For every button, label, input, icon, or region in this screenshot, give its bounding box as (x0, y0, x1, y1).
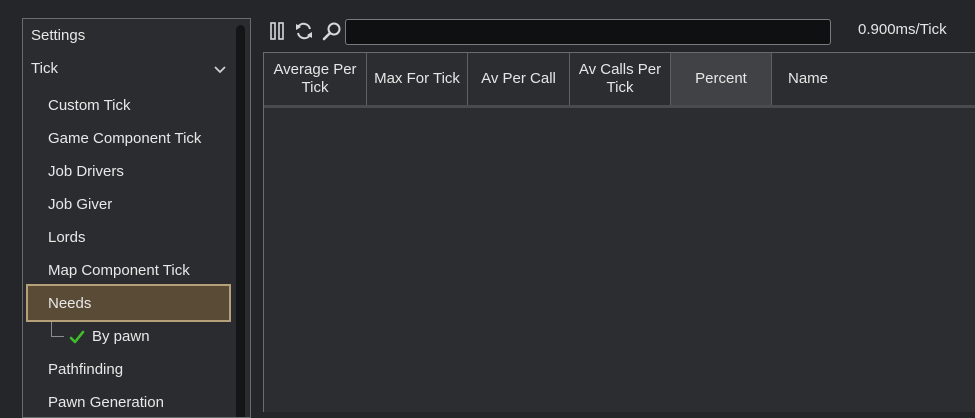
table-header: Average Per Tick Max For Tick Av Per Cal… (264, 53, 975, 108)
sidebar-item-label: Custom Tick (48, 97, 131, 114)
column-header-label: Name (787, 70, 828, 87)
sidebar-item-label: Settings (31, 27, 86, 44)
sidebar-subitem-by-pawn[interactable]: By pawn (92, 320, 150, 353)
sidebar-item-settings[interactable]: Settings (31, 19, 85, 52)
pause-icon (270, 22, 284, 40)
search-input[interactable] (345, 19, 831, 45)
sidebar-item-needs[interactable]: Needs (48, 287, 91, 320)
column-header-percent[interactable]: Percent (671, 53, 772, 105)
refresh-icon (296, 22, 312, 40)
column-header-max-for-tick[interactable]: Max For Tick (367, 53, 468, 105)
sidebar-item-label: Pathfinding (48, 361, 124, 378)
refresh-button[interactable] (294, 21, 314, 41)
results-table: Average Per Tick Max For Tick Av Per Cal… (263, 52, 975, 412)
sidebar-item-pathfinding[interactable]: Pathfinding (48, 353, 123, 386)
sidebar-item-tick[interactable]: Tick (31, 52, 236, 85)
category-sidebar: Settings Tick Custom Tick Game Component… (22, 18, 251, 418)
column-header-label: Average Per Tick (273, 61, 357, 96)
search-button[interactable] (322, 21, 342, 41)
sidebar-item-pawn-generation[interactable]: Pawn Generation (48, 386, 164, 417)
checkmark-icon (69, 330, 85, 344)
sidebar-item-label: Job Giver (48, 196, 113, 213)
sidebar-item-label: Pawn Generation (48, 394, 164, 411)
tree-connector (51, 322, 64, 337)
sidebar-item-game-component-tick[interactable]: Game Component Tick (48, 122, 201, 155)
sidebar-item-lords[interactable]: Lords (48, 221, 86, 254)
sidebar-item-label: Tick (31, 60, 58, 77)
sidebar-item-label: Job Drivers (48, 163, 124, 180)
sidebar-item-job-giver[interactable]: Job Giver (48, 188, 112, 221)
column-header-label: Av Per Call (481, 70, 556, 87)
sidebar-item-map-component-tick[interactable]: Map Component Tick (48, 254, 190, 287)
pause-button[interactable] (267, 21, 287, 41)
column-header-label: Max For Tick (374, 70, 460, 87)
column-header-av-per-call[interactable]: Av Per Call (468, 53, 570, 105)
column-header-name[interactable]: Name (772, 53, 844, 105)
sidebar-item-label: By pawn (92, 328, 150, 345)
search-icon (322, 22, 341, 41)
chevron-down-icon (214, 66, 226, 74)
column-header-label: Percent (695, 70, 747, 87)
column-header-label: Av Calls Per Tick (578, 61, 662, 96)
sidebar-scrollbar[interactable] (236, 25, 245, 417)
sidebar-item-label: Game Component Tick (48, 130, 202, 147)
tick-time-readout: 0.900ms/Tick (858, 21, 947, 38)
sidebar-item-label: Needs (48, 295, 92, 312)
sidebar-item-label: Lords (48, 229, 86, 246)
sidebar-item-job-drivers[interactable]: Job Drivers (48, 155, 124, 188)
sidebar-item-custom-tick[interactable]: Custom Tick (48, 89, 131, 122)
column-header-av-calls-per-tick[interactable]: Av Calls Per Tick (570, 53, 671, 105)
column-header-average-per-tick[interactable]: Average Per Tick (264, 53, 367, 105)
sidebar-item-label: Map Component Tick (48, 262, 190, 279)
